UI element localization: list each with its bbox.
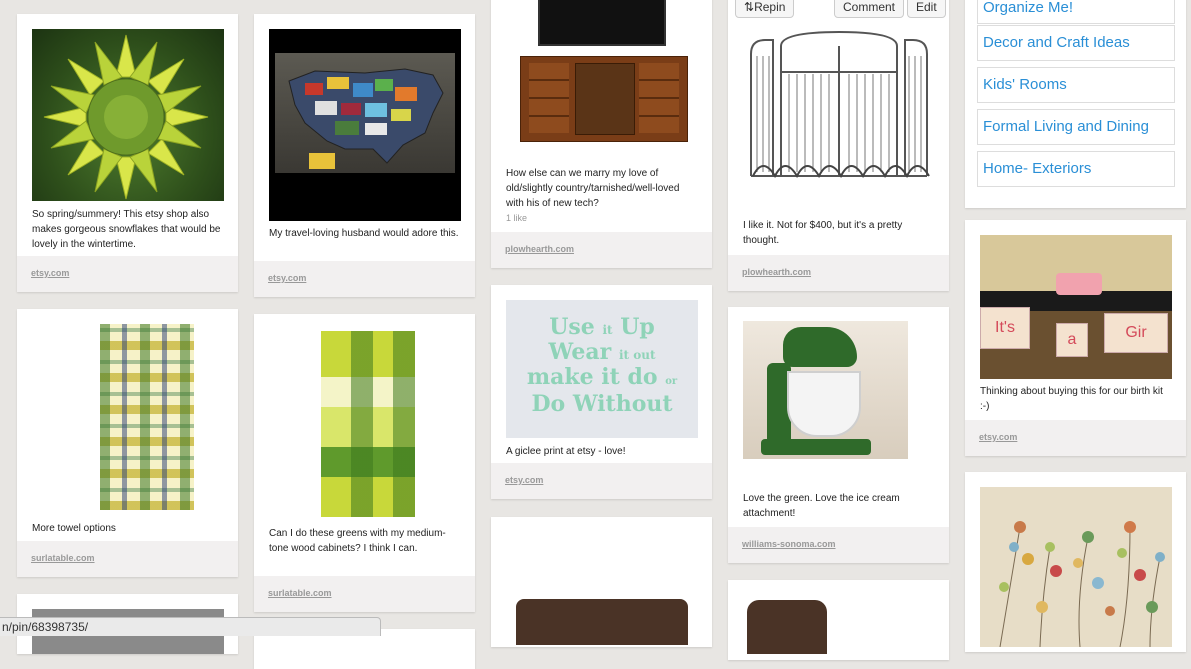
pin-image[interactable] [269, 329, 461, 519]
pin-card[interactable]: It's a Gir Thinking about buying this fo… [965, 220, 1186, 456]
comment-button[interactable]: Comment [834, 0, 905, 18]
pin-source-bar: etsy.com [254, 261, 475, 297]
pin-image[interactable] [32, 324, 224, 514]
pin-image[interactable] [743, 321, 908, 459]
pin-image[interactable] [743, 594, 863, 654]
pin-card[interactable]: Use it Up Wear it out make it do or Do W… [491, 285, 712, 499]
pin-source-bar: etsy.com [965, 420, 1186, 456]
pin-description: More towel options [32, 523, 116, 534]
pin-image[interactable] [506, 585, 698, 645]
pin-source-link[interactable]: etsy.com [268, 273, 306, 283]
pin-image[interactable] [269, 29, 461, 221]
pin-description: Love the green. Love the ice cream attac… [743, 493, 900, 519]
us-map-image [275, 53, 455, 173]
pin-card[interactable]: So spring/summery! This etsy shop also m… [17, 14, 238, 292]
pin-source-link[interactable]: surlatable.com [268, 588, 332, 598]
mixer-image [761, 327, 871, 455]
pin-description: How else can we marry my love of old/sli… [506, 168, 680, 209]
pin-card[interactable]: How else can we marry my love of old/sli… [491, 0, 712, 268]
fireplace-screen-icon [750, 30, 930, 179]
pin-image[interactable] [506, 0, 698, 161]
star-ornament-icon [43, 34, 209, 200]
edit-button[interactable]: Edit [907, 0, 946, 18]
pin-source-link[interactable]: williams-sonoma.com [742, 539, 836, 549]
pin-source-bar: williams-sonoma.com [728, 527, 949, 563]
pin-source-link[interactable]: plowhearth.com [505, 244, 574, 254]
pin-source-link[interactable]: etsy.com [31, 268, 69, 278]
pin-image[interactable] [980, 487, 1172, 647]
pin-description: I like it. Not for $400, but it's a pret… [743, 220, 903, 246]
pin-image[interactable]: Use it Up Wear it out make it do or Do W… [506, 300, 698, 438]
board-link-kids-rooms[interactable]: Kids' Rooms [977, 67, 1175, 103]
tv-stand-image [520, 56, 688, 142]
poster-text: Use it Up Wear it out make it do or Do W… [526, 314, 678, 417]
pin-description: Thinking about buying this for our birth… [980, 386, 1163, 412]
pin-source-link[interactable]: plowhearth.com [742, 267, 811, 277]
pin-card[interactable]: Can I do these greens with my medium-ton… [254, 314, 475, 612]
browser-status-bar: n/pin/68398735/ [0, 617, 381, 636]
repin-button[interactable]: ⇅Repin [735, 0, 795, 18]
pin-source-bar: surlatable.com [254, 576, 475, 612]
pin-card[interactable]: ⇅Repin Comment Edit I like it. Not for $… [728, 0, 949, 291]
towel-image [321, 331, 415, 517]
pin-source-link[interactable]: surlatable.com [31, 553, 95, 563]
status-url: n/pin/68398735/ [2, 620, 89, 634]
sofa-image [516, 599, 688, 645]
pin-source-link[interactable]: etsy.com [505, 475, 543, 485]
pin-description: A giclee print at etsy - love! [506, 446, 626, 457]
towel-image [100, 324, 194, 510]
pin-description: Can I do these greens with my medium-ton… [269, 528, 446, 554]
banner-letter: Gir [1104, 313, 1168, 353]
vase-image [1056, 273, 1102, 295]
banner-letter: a [1056, 323, 1088, 357]
pin-card[interactable]: Love the green. Love the ice cream attac… [728, 307, 949, 563]
pin-card[interactable] [491, 517, 712, 647]
pin-source-bar: etsy.com [17, 256, 238, 292]
pin-source-bar: plowhearth.com [728, 255, 949, 291]
pin-description: So spring/summery! This etsy shop also m… [32, 209, 221, 250]
pin-image[interactable] [743, 26, 935, 216]
pin-card[interactable]: My travel-loving husband would adore thi… [254, 14, 475, 297]
pin-card[interactable] [728, 580, 949, 660]
pin-description: My travel-loving husband would adore thi… [269, 228, 459, 239]
tree-canvas-icon [999, 521, 1165, 647]
pin-source-bar: plowhearth.com [491, 232, 712, 268]
board-link-organize[interactable]: Organize Me! [977, 0, 1175, 24]
board-link-home-exteriors[interactable]: Home- Exteriors [977, 151, 1175, 187]
tv-image [538, 0, 666, 46]
pin-card[interactable] [965, 472, 1186, 652]
board-link-formal-living[interactable]: Formal Living and Dining [977, 109, 1175, 145]
pin-likes: 1 like [506, 213, 528, 223]
banner-letter: It's [980, 307, 1030, 349]
pin-card[interactable]: More towel options surlatable.com [17, 309, 238, 577]
boards-panel: Organize Me! Decor and Craft Ideas Kids'… [965, 0, 1186, 208]
chair-image [747, 600, 827, 654]
repin-icon: ⇅ [744, 0, 755, 14]
board-link-decor-craft[interactable]: Decor and Craft Ideas [977, 25, 1175, 61]
pin-source-bar: surlatable.com [17, 541, 238, 577]
pin-image[interactable] [32, 29, 224, 201]
pin-image[interactable]: It's a Gir [980, 235, 1172, 379]
pin-source-link[interactable]: etsy.com [979, 432, 1017, 442]
pin-source-bar: etsy.com [491, 463, 712, 499]
